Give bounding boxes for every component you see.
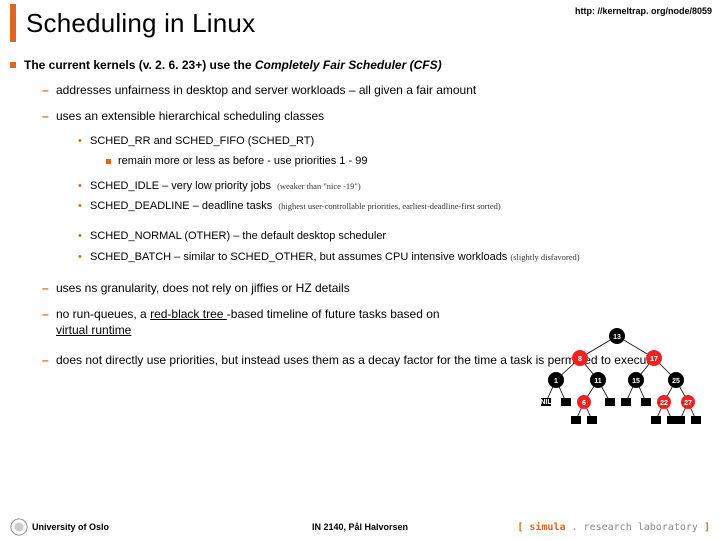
sched-batch: SCHED_BATCH – similar to SCHED_OTHER, bu… xyxy=(78,250,710,264)
virtual-runtime: virtual runtime xyxy=(56,323,131,337)
svg-text:NIL: NIL xyxy=(540,399,552,406)
rbtree-link: red-black tree xyxy=(150,307,227,321)
bullet-main: The current kernels (v. 2. 6. 23+) use t… xyxy=(10,58,710,72)
sched-rr-fifo: SCHED_RR and SCHED_FIFO (SCHED_RT) xyxy=(78,134,710,148)
footer-uio-text: University of Oslo xyxy=(32,522,109,532)
svg-text:27: 27 xyxy=(684,400,692,407)
rbtree-diagram: 13 1 11 15 25 8 17 6 22 27 NIL xyxy=(532,324,702,434)
sched-idle: SCHED_IDLE – very low priority jobs (wea… xyxy=(78,179,710,193)
slide-title: Scheduling in Linux xyxy=(26,8,255,39)
rbtree-mid: -based timeline of future tasks based on xyxy=(227,307,440,321)
rbtree-pre: no run-queues, a xyxy=(56,307,150,321)
svg-text:22: 22 xyxy=(660,400,668,407)
content-area: The current kernels (v. 2. 6. 23+) use t… xyxy=(0,48,720,369)
svg-text:17: 17 xyxy=(650,356,658,363)
sched-deadline: SCHED_DEADLINE – deadline tasks (highest… xyxy=(78,199,710,213)
sub-granularity: uses ns granularity, does not rely on ji… xyxy=(42,280,710,296)
bullet-main-emph: Completely Fair Scheduler (CFS) xyxy=(255,58,442,72)
sched-deadline-note: (highest user-controllable priorities, e… xyxy=(278,201,500,211)
sched-idle-text: SCHED_IDLE – very low priority jobs xyxy=(90,180,271,192)
sub-classes: uses an extensible hierarchical scheduli… xyxy=(42,108,710,124)
svg-text:1: 1 xyxy=(554,378,558,385)
sched-deadline-text: SCHED_DEADLINE – deadline tasks xyxy=(90,200,272,212)
svg-text:13: 13 xyxy=(613,334,621,341)
sched-idle-note: (weaker than "nice -19") xyxy=(277,181,361,191)
sched-batch-text: SCHED_BATCH – similar to SCHED_OTHER, bu… xyxy=(90,251,507,263)
uio-seal-icon xyxy=(10,518,28,536)
bullet-main-prefix: The current kernels (v. 2. 6. 23+) use t… xyxy=(24,58,255,72)
svg-text:6: 6 xyxy=(582,400,586,407)
sched-normal: SCHED_NORMAL (OTHER) – the default deskt… xyxy=(78,229,710,243)
sched-rr-detail: remain more or less as before - use prio… xyxy=(106,155,710,167)
svg-text:8: 8 xyxy=(578,356,582,363)
sched-batch-note: (slightly disfavored) xyxy=(510,252,579,262)
footer-simula: [ simula . research laboratory ] xyxy=(517,522,710,533)
source-url: http: //kerneltrap. org/node/8059 xyxy=(575,6,712,16)
svg-text:25: 25 xyxy=(672,378,680,385)
svg-text:15: 15 xyxy=(632,378,640,385)
footer-course: IN 2140, Pål Halvorsen xyxy=(312,522,408,532)
sub-fairness: addresses unfairness in desktop and serv… xyxy=(42,82,710,98)
title-accent xyxy=(10,4,16,42)
footer-uio: University of Oslo xyxy=(10,518,109,536)
footer: University of Oslo IN 2140, Pål Halvorse… xyxy=(0,514,720,540)
svg-text:11: 11 xyxy=(594,378,602,385)
